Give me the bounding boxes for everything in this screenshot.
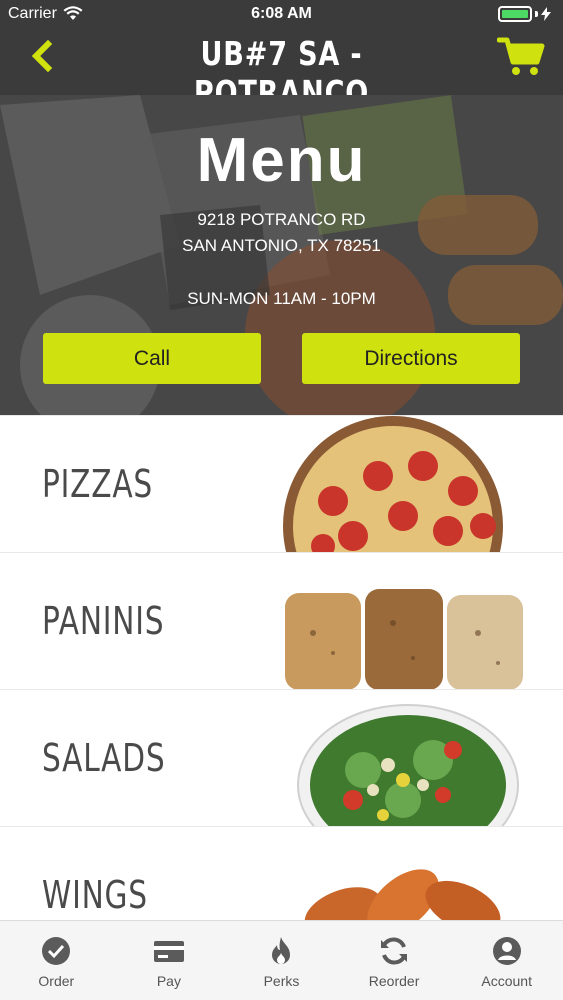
address-line-1: 9218 POTRANCO RD [197,210,366,229]
tab-pay[interactable]: Pay [113,921,226,1000]
directions-button[interactable]: Directions [302,333,520,384]
flame-icon [272,937,291,964]
menu-item-label: PIZZAS [42,462,154,506]
status-bar: Carrier 6:08 AM [0,0,563,28]
panini-image [285,589,523,689]
battery-icon [498,6,551,22]
tab-label: Reorder [368,973,420,989]
status-time: 6:08 AM [251,5,312,22]
menu-item-salads[interactable]: SALADS [0,689,563,826]
hero-title: Menu [196,126,367,195]
address-line-2: SAN ANTONIO, TX 78251 [182,236,381,255]
pizza-image [283,416,503,552]
menu-item-label: SALADS [42,736,166,780]
tab-label: Account [481,973,532,989]
cart-icon[interactable] [497,34,545,78]
tab-order[interactable]: Order [0,921,113,1000]
refresh-icon [381,937,408,965]
menu-item-paninis[interactable]: PANINIS [0,552,563,689]
store-hero: Menu 9218 POTRANCO RD SAN ANTONIO, TX 78… [0,95,563,415]
menu-item-label: WINGS [42,873,148,917]
tab-account[interactable]: Account [450,921,563,1000]
salad-image [297,704,519,826]
check-circle-icon [42,937,71,965]
tab-reorder[interactable]: Reorder [338,921,451,1000]
tab-bar: Order Pay Perks Reorder Account [0,920,563,1000]
user-circle-icon [492,937,521,965]
menu-item-label: PANINIS [42,599,165,643]
charging-icon [541,7,551,21]
top-bar: Carrier 6:08 AM UB#7 SA - POTRANCO [0,0,563,112]
tab-label: Perks [263,973,300,989]
chevron-left-icon[interactable] [28,38,58,74]
tab-label: Pay [156,973,181,989]
tab-perks[interactable]: Perks [225,921,338,1000]
credit-card-icon [153,941,184,962]
menu-item-pizzas[interactable]: PIZZAS [0,415,563,552]
tab-label: Order [38,973,75,989]
store-hours: SUN-MON 11AM - 10PM [187,289,376,308]
call-button[interactable]: Call [43,333,261,384]
